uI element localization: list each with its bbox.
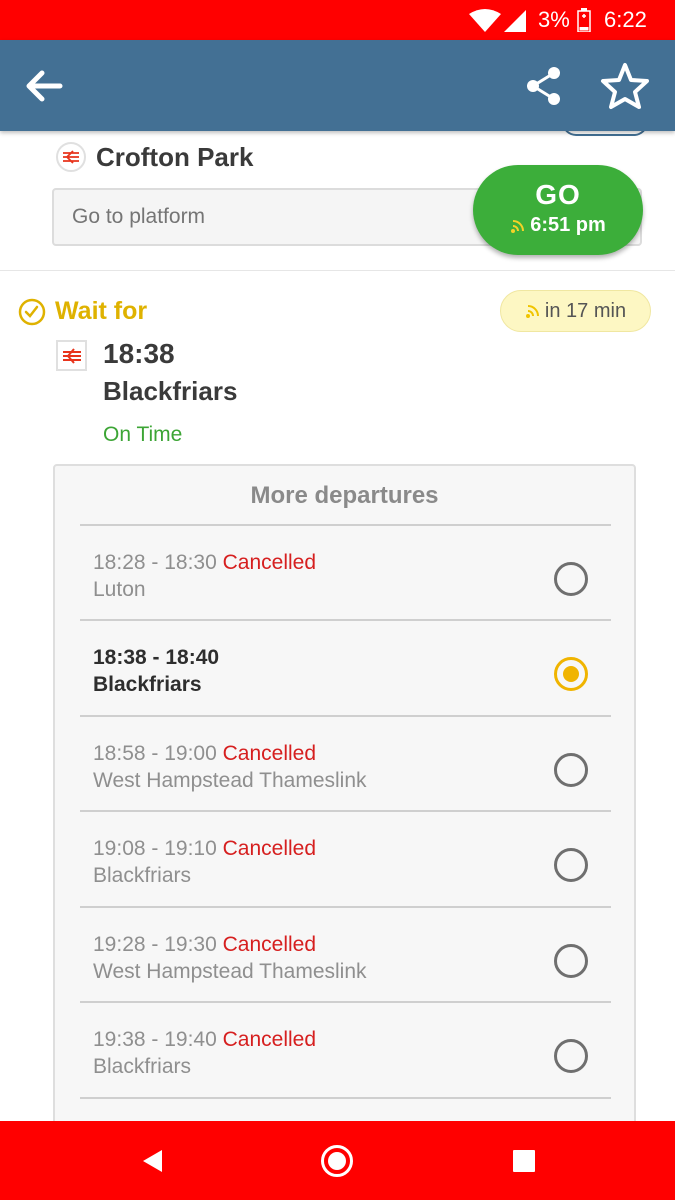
row-times-line: 18:28 - 18:30 Cancelled [93, 551, 316, 575]
go-time: 6:51 pm [530, 214, 606, 236]
departure-row[interactable]: 19:38 - 19:40 Cancelled Blackfriars [80, 1003, 611, 1097]
row-times-line: 18:58 - 19:00 Cancelled [93, 742, 316, 766]
row-status: Cancelled [222, 551, 317, 574]
row-destination: West Hampstead Thameslink [93, 960, 367, 983]
section-divider [0, 270, 675, 271]
row-status: Cancelled [222, 742, 317, 765]
battery-charging-icon [577, 8, 591, 32]
screen: 3% 6:22 Crofton Park Go to platform GO 6… [0, 0, 675, 1200]
row-radio[interactable] [554, 562, 588, 596]
departure-row[interactable]: 19:28 - 19:30 Cancelled West Hampstead T… [80, 908, 611, 1002]
wifi-icon [469, 9, 501, 32]
departure-time: 18:38 [103, 338, 175, 369]
row-times: 18:38 - 18:40 [93, 646, 220, 669]
go-button[interactable]: GO 6:51 pm [473, 165, 643, 255]
row-radio[interactable] [554, 1039, 588, 1073]
row-times-line: 18:38 - 18:40 [93, 646, 219, 670]
live-signal-icon [525, 305, 539, 318]
origin-row: Crofton Park [56, 140, 253, 174]
row-times-line: 19:28 - 19:30 Cancelled [93, 933, 316, 957]
countdown-text: in 17 min [544, 299, 627, 322]
row-radio[interactable] [554, 753, 588, 787]
row-destination: Blackfriars [93, 864, 192, 887]
origin-station-name: Crofton Park [96, 141, 254, 172]
go-label: GO [535, 179, 581, 210]
row-times-line: 19:08 - 19:10 Cancelled [93, 837, 316, 861]
countdown-badge: in 17 min [500, 290, 651, 332]
row-times: 19:28 - 19:30 [93, 933, 217, 956]
battery-percent: 3% [538, 7, 570, 32]
more-departures-title: More departures [250, 482, 439, 509]
row-times: 19:08 - 19:10 [93, 837, 217, 860]
status-bar: 3% 6:22 [0, 0, 675, 40]
row-divider [80, 1097, 611, 1099]
departure-destination: Blackfriars [103, 376, 238, 406]
departure-status: On Time [103, 423, 183, 446]
back-arrow-icon[interactable] [22, 64, 66, 108]
departure-row[interactable]: 18:28 - 18:30 Cancelled Luton [80, 526, 611, 620]
row-times: 18:58 - 19:00 [93, 742, 217, 765]
row-times-line: 19:38 - 19:40 Cancelled [93, 1028, 316, 1052]
row-destination: Blackfriars [93, 1055, 192, 1078]
row-status: Cancelled [222, 837, 317, 860]
star-outline-icon[interactable] [600, 62, 650, 110]
more-departures-card: More departures 18:28 - 18:30 Cancelled … [53, 464, 636, 1164]
go-time-row: 6:51 pm [473, 214, 643, 237]
app-bar [0, 40, 675, 131]
row-times: 19:38 - 19:40 [93, 1028, 217, 1051]
clock-check-icon [18, 298, 46, 326]
row-radio[interactable] [554, 848, 588, 882]
departure-row[interactable]: 18:58 - 19:00 Cancelled West Hampstead T… [80, 717, 611, 811]
row-radio-selected[interactable] [554, 657, 588, 691]
nav-recents-icon[interactable] [513, 1150, 535, 1172]
row-destination: Blackfriars [93, 673, 202, 696]
share-icon[interactable] [524, 64, 564, 108]
row-destination: West Hampstead Thameslink [93, 769, 367, 792]
national-rail-icon [56, 142, 86, 172]
status-time: 6:22 [604, 7, 647, 32]
cell-signal-icon [504, 10, 526, 32]
departure-row[interactable]: 19:08 - 19:10 Cancelled Blackfriars [80, 812, 611, 906]
row-status: Cancelled [222, 933, 317, 956]
live-signal-icon [511, 219, 525, 233]
row-destination: Luton [93, 578, 146, 601]
row-status: Cancelled [222, 1028, 317, 1051]
nav-home-icon[interactable] [320, 1144, 354, 1178]
row-radio[interactable] [554, 944, 588, 978]
row-times: 18:28 - 18:30 [93, 551, 217, 574]
departure-row-selected[interactable]: 18:38 - 18:40 Blackfriars [80, 621, 611, 715]
nav-back-icon[interactable] [140, 1148, 164, 1174]
platform-placeholder: Go to platform [72, 205, 206, 228]
wait-for-label: Wait for [55, 297, 148, 325]
national-rail-icon [56, 340, 87, 371]
system-nav-bar [0, 1121, 675, 1200]
